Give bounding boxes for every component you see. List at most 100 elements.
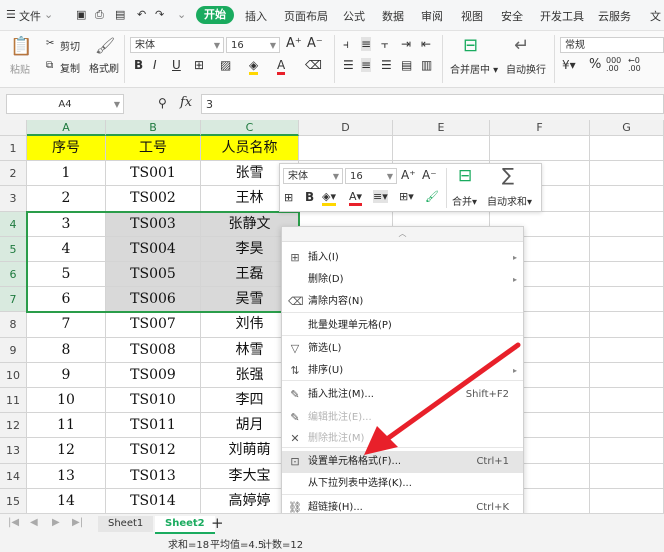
column-header[interactable]: A (27, 120, 106, 136)
copy-button[interactable]: 复制 (60, 60, 80, 75)
row-header[interactable]: 6 (0, 262, 27, 288)
merge-center-button[interactable]: 合并居中 ▾ (450, 61, 498, 76)
cut-button[interactable]: 剪切 (60, 38, 80, 53)
paste-icon[interactable]: 📋 (10, 36, 32, 57)
column-header[interactable]: E (393, 120, 490, 136)
name-box[interactable]: A4 ▼ (6, 94, 124, 114)
mini-bold-icon[interactable]: B (305, 190, 314, 204)
tab-insert[interactable]: 插入 (245, 8, 267, 24)
mini-font-size-select[interactable]: 16 ▼ (345, 168, 397, 184)
tab-data[interactable]: 数据 (382, 8, 404, 24)
table-cell[interactable]: 7 (27, 312, 106, 338)
table-cell[interactable]: TS013 (106, 463, 201, 489)
mini-merge-button[interactable]: 合并▾ (452, 193, 477, 208)
tab-home[interactable]: 开始 (196, 6, 234, 24)
table-cell[interactable]: 5 (27, 262, 106, 288)
chevron-down-icon[interactable]: ⌄ (44, 8, 53, 21)
autosum-icon[interactable]: ∑ (502, 165, 514, 186)
table-cell[interactable] (590, 287, 664, 313)
align-middle-icon[interactable]: ≡ (361, 37, 372, 51)
fill-color-icon[interactable]: ◈ (249, 58, 259, 75)
table-cell[interactable]: TS011 (106, 413, 201, 439)
wrap-text-icon[interactable]: ↵ (514, 35, 529, 56)
row-header[interactable]: 1 (0, 136, 27, 162)
border-icon[interactable]: ⊞ (194, 58, 204, 72)
mini-border-icon[interactable]: ⊞▾ (399, 190, 414, 203)
table-cell[interactable]: 4 (27, 236, 106, 262)
align-top-icon[interactable]: ⫞ (343, 37, 349, 52)
decrease-decimal-icon[interactable]: ←0.00 (628, 57, 641, 73)
row-header[interactable]: 4 (0, 211, 27, 237)
tab-review[interactable]: 审阅 (421, 8, 443, 24)
table-cell[interactable] (590, 186, 664, 212)
format-painter-button[interactable]: 格式刷 (89, 60, 119, 75)
column-title-cell[interactable]: 人员名称 (201, 136, 299, 162)
print-icon[interactable]: ⎙ (95, 8, 104, 22)
row-header[interactable]: 2 (0, 161, 27, 187)
format-painter-icon[interactable]: 🖌 (95, 36, 115, 55)
clear-format-icon[interactable]: ⌫ (305, 58, 322, 72)
context-menu-item[interactable]: ⌫ 清除内容(N) (282, 291, 523, 313)
cut-icon[interactable]: ✂ (46, 38, 54, 49)
tab-more[interactable]: 文 (650, 8, 661, 24)
mini-format-painter-icon[interactable]: 🖌 (425, 190, 439, 203)
column-title-cell[interactable]: 工号 (106, 136, 201, 162)
decrease-font-icon[interactable]: A⁻ (422, 168, 437, 182)
table-cell[interactable]: TS014 (106, 488, 201, 514)
file-menu[interactable]: 文件 (19, 8, 41, 24)
select-all-corner[interactable] (0, 120, 27, 136)
align-left-icon[interactable]: ☰ (343, 58, 354, 72)
table-cell[interactable]: 14 (27, 488, 106, 514)
mini-font-name-select[interactable]: 宋体 ▼ (283, 168, 343, 184)
underline-icon[interactable]: U (172, 58, 181, 72)
increase-font-icon[interactable]: A⁺ (401, 168, 416, 182)
paste-label[interactable]: 粘贴 (10, 61, 30, 76)
column-title-cell[interactable]: 序号 (27, 136, 106, 162)
context-menu-item[interactable]: 批量处理单元格(P) (282, 315, 523, 337)
table-cell[interactable]: 12 (27, 438, 106, 464)
bold-icon[interactable]: B (134, 58, 143, 72)
sheet-nav-first-icon[interactable]: |◀ (8, 517, 19, 528)
mini-font-color-icon[interactable]: A▾ (349, 190, 363, 206)
context-menu-item[interactable]: ⇅ 排序(U) ▸ (282, 360, 523, 382)
table-cell[interactable]: TS001 (106, 161, 201, 187)
mini-border-style-icon[interactable]: ⊞ (284, 191, 293, 204)
table-cell[interactable] (590, 312, 664, 338)
row-header[interactable]: 7 (0, 287, 27, 313)
wrap-text-button[interactable]: 自动换行 (506, 61, 546, 76)
table-cell[interactable] (590, 488, 664, 514)
context-menu-item[interactable]: ⊞ 插入(I) ▸ (282, 247, 523, 269)
undo-icon[interactable]: ↶ (137, 8, 146, 21)
mini-align-icon[interactable]: ≡▾ (373, 190, 388, 203)
justify-icon[interactable]: ▤ (401, 58, 412, 72)
table-cell[interactable]: 11 (27, 413, 106, 439)
align-center-icon[interactable]: ≡ (361, 58, 372, 72)
row-header[interactable]: 12 (0, 413, 27, 439)
sheet-nav-prev-icon[interactable]: ◀ (30, 517, 38, 528)
table-cell[interactable]: TS007 (106, 312, 201, 338)
row-header[interactable]: 3 (0, 186, 27, 212)
table-cell[interactable] (590, 438, 664, 464)
table-cell[interactable] (590, 388, 664, 414)
table-cell[interactable]: 9 (27, 362, 106, 388)
column-header[interactable]: G (590, 120, 664, 136)
table-cell[interactable] (590, 337, 664, 363)
merge-center-icon[interactable]: ⊟ (463, 35, 478, 56)
table-cell[interactable]: TS010 (106, 388, 201, 414)
table-cell[interactable]: 6 (27, 287, 106, 313)
formula-input[interactable]: 3 (201, 94, 664, 114)
table-cell[interactable] (590, 136, 664, 162)
context-menu-item[interactable]: ✎ 插入批注(M)... Shift+F2 (282, 384, 523, 406)
row-header[interactable]: 11 (0, 388, 27, 414)
add-sheet-icon[interactable]: + (211, 514, 224, 532)
decrease-font-icon[interactable]: A⁻ (307, 36, 323, 51)
tab-developer[interactable]: 开发工具 (540, 8, 584, 24)
sheet-nav-last-icon[interactable]: ▶| (72, 517, 83, 528)
outdent-icon[interactable]: ⇤ (421, 37, 431, 51)
table-cell[interactable]: 2 (27, 186, 106, 212)
increase-decimal-button[interactable]: 000.00 (606, 57, 621, 73)
print-preview-icon[interactable]: ▤ (115, 8, 125, 21)
fill-style-icon[interactable]: ▨ (220, 58, 231, 72)
tab-formulas[interactable]: 公式 (343, 8, 365, 24)
autosum-button[interactable]: 自动求和▾ (487, 193, 532, 208)
